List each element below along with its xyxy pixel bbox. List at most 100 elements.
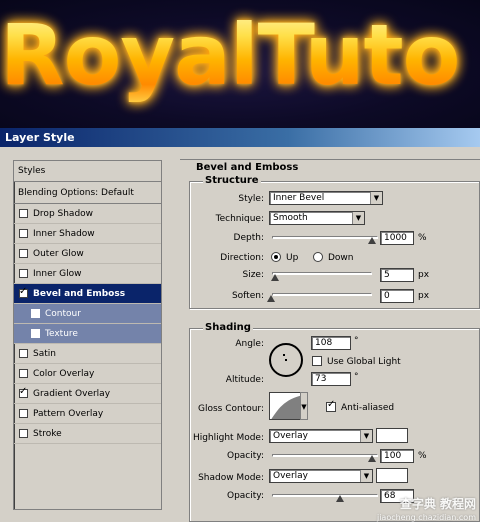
shading-label: Shading xyxy=(203,322,253,333)
gloss-contour-dropdown[interactable]: ▼ xyxy=(300,392,308,420)
style-item-inner-shadow[interactable]: Inner Shadow xyxy=(14,224,161,244)
direction-up-radio[interactable] xyxy=(271,252,281,262)
style-item-satin[interactable]: Satin xyxy=(14,344,161,364)
angle-dial-center xyxy=(285,359,287,361)
styles-header[interactable]: Styles xyxy=(14,161,161,182)
soften-input[interactable]: 0 xyxy=(380,289,414,303)
watermark-text: 查字典 教程网 xyxy=(399,497,476,511)
depth-slider-thumb[interactable] xyxy=(368,237,376,244)
highlight-opacity-slider[interactable] xyxy=(272,454,378,457)
structure-label: Structure xyxy=(203,175,261,186)
style-select-value: Inner Bevel xyxy=(273,193,325,203)
style-item-contour[interactable]: Contour xyxy=(14,304,161,324)
style-select[interactable]: Inner Bevel ▼ xyxy=(269,191,383,205)
gradient-overlay-checkbox[interactable] xyxy=(19,386,28,398)
depth-slider[interactable] xyxy=(272,236,378,239)
style-item-label: Satin xyxy=(33,348,56,359)
style-item-label: Inner Shadow xyxy=(33,228,95,239)
section-divider xyxy=(180,159,480,160)
global-light-checkbox[interactable] xyxy=(312,356,322,366)
altitude-input[interactable]: 73 xyxy=(311,372,351,386)
drop-shadow-checkbox[interactable] xyxy=(19,209,28,218)
soften-slider[interactable] xyxy=(272,293,372,296)
style-item-label: Bevel and Emboss xyxy=(33,288,126,299)
style-item-label: Inner Glow xyxy=(33,268,82,279)
depth-input[interactable]: 1000 xyxy=(380,231,414,245)
chevron-down-icon: ▼ xyxy=(360,470,372,482)
shadow-color-swatch[interactable] xyxy=(376,468,408,483)
style-label: Style: xyxy=(238,194,264,204)
inner-shadow-checkbox[interactable] xyxy=(19,229,28,238)
style-item-stroke[interactable]: Stroke xyxy=(14,424,161,444)
angle-dial[interactable] xyxy=(269,343,303,377)
soften-unit: px xyxy=(418,291,430,301)
angle-input[interactable]: 108 xyxy=(311,336,351,350)
angle-unit: ° xyxy=(354,336,359,346)
chevron-down-icon: ▼ xyxy=(360,430,372,442)
depth-unit: % xyxy=(418,233,427,243)
contour-checkbox[interactable] xyxy=(31,309,40,318)
watermark-url: jiaocheng.chazidian.com xyxy=(376,513,476,522)
size-input[interactable]: 5 xyxy=(380,268,414,282)
style-item-texture[interactable]: Texture xyxy=(14,324,161,344)
highlight-mode-select[interactable]: Overlay ▼ xyxy=(269,429,373,443)
style-item-label: Pattern Overlay xyxy=(33,408,104,419)
size-slider[interactable] xyxy=(272,272,372,275)
direction-label: Direction: xyxy=(220,253,264,263)
highlight-opacity-unit: % xyxy=(418,451,427,461)
shadow-mode-select[interactable]: Overlay ▼ xyxy=(269,469,373,483)
inner-glow-checkbox[interactable] xyxy=(19,269,28,278)
style-item-color-overlay[interactable]: Color Overlay xyxy=(14,364,161,384)
banner-title: RoyalTuto xyxy=(0,6,460,104)
chevron-down-icon: ▼ xyxy=(370,192,382,204)
technique-select[interactable]: Smooth ▼ xyxy=(269,211,365,225)
technique-label: Technique: xyxy=(215,214,264,224)
technique-select-value: Smooth xyxy=(273,213,308,223)
size-unit: px xyxy=(418,270,430,280)
shadow-opacity-thumb[interactable] xyxy=(336,495,344,502)
direction-up-label: Up xyxy=(286,253,299,263)
style-item-bevel-and-emboss[interactable]: Bevel and Emboss xyxy=(14,284,161,304)
highlight-opacity-input[interactable]: 100 xyxy=(380,449,414,463)
color-overlay-checkbox[interactable] xyxy=(19,369,28,378)
shadow-mode-value: Overlay xyxy=(273,471,308,481)
altitude-label: Altitude: xyxy=(225,375,264,385)
banner-image: RoyalTuto xyxy=(0,0,480,128)
style-item-pattern-overlay[interactable]: Pattern Overlay xyxy=(14,404,161,424)
stroke-checkbox[interactable] xyxy=(19,429,28,438)
style-item-label: Drop Shadow xyxy=(33,208,94,219)
highlight-mode-label: Highlight Mode: xyxy=(192,433,264,443)
style-item-label: Outer Glow xyxy=(33,248,84,259)
bevel-and-emboss-checkbox[interactable] xyxy=(19,286,28,298)
anti-aliased-label: Anti-aliased xyxy=(341,403,395,413)
angle-dial-pointer xyxy=(283,354,285,356)
chevron-down-icon: ▼ xyxy=(352,212,364,224)
texture-checkbox[interactable] xyxy=(31,329,40,338)
soften-slider-thumb[interactable] xyxy=(267,295,275,302)
global-light-label: Use Global Light xyxy=(327,357,401,367)
style-item-outer-glow[interactable]: Outer Glow xyxy=(14,244,161,264)
size-slider-thumb[interactable] xyxy=(271,274,279,281)
styles-panel: Styles Blending Options: Default Drop Sh… xyxy=(13,160,162,510)
satin-checkbox[interactable] xyxy=(19,349,28,358)
pattern-overlay-checkbox[interactable] xyxy=(19,409,28,418)
blending-options[interactable]: Blending Options: Default xyxy=(14,182,161,204)
style-item-gradient-overlay[interactable]: Gradient Overlay xyxy=(14,384,161,404)
style-item-drop-shadow[interactable]: Drop Shadow xyxy=(14,204,161,224)
anti-aliased-checkbox[interactable] xyxy=(326,399,336,412)
direction-down-label: Down xyxy=(328,253,354,263)
style-item-label: Color Overlay xyxy=(33,368,95,379)
altitude-unit: ° xyxy=(354,372,359,382)
highlight-opacity-thumb[interactable] xyxy=(368,455,376,462)
dialog-titlebar: Layer Style xyxy=(0,128,480,147)
angle-label: Angle: xyxy=(235,339,264,349)
soften-label: Soften: xyxy=(231,291,264,301)
highlight-color-swatch[interactable] xyxy=(376,428,408,443)
shadow-opacity-label: Opacity: xyxy=(227,491,264,501)
direction-down-radio[interactable] xyxy=(313,252,323,262)
shadow-opacity-slider[interactable] xyxy=(272,494,378,497)
outer-glow-checkbox[interactable] xyxy=(19,249,28,258)
style-item-inner-glow[interactable]: Inner Glow xyxy=(14,264,161,284)
shadow-mode-label: Shadow Mode: xyxy=(198,473,264,483)
depth-label: Depth: xyxy=(233,233,264,243)
